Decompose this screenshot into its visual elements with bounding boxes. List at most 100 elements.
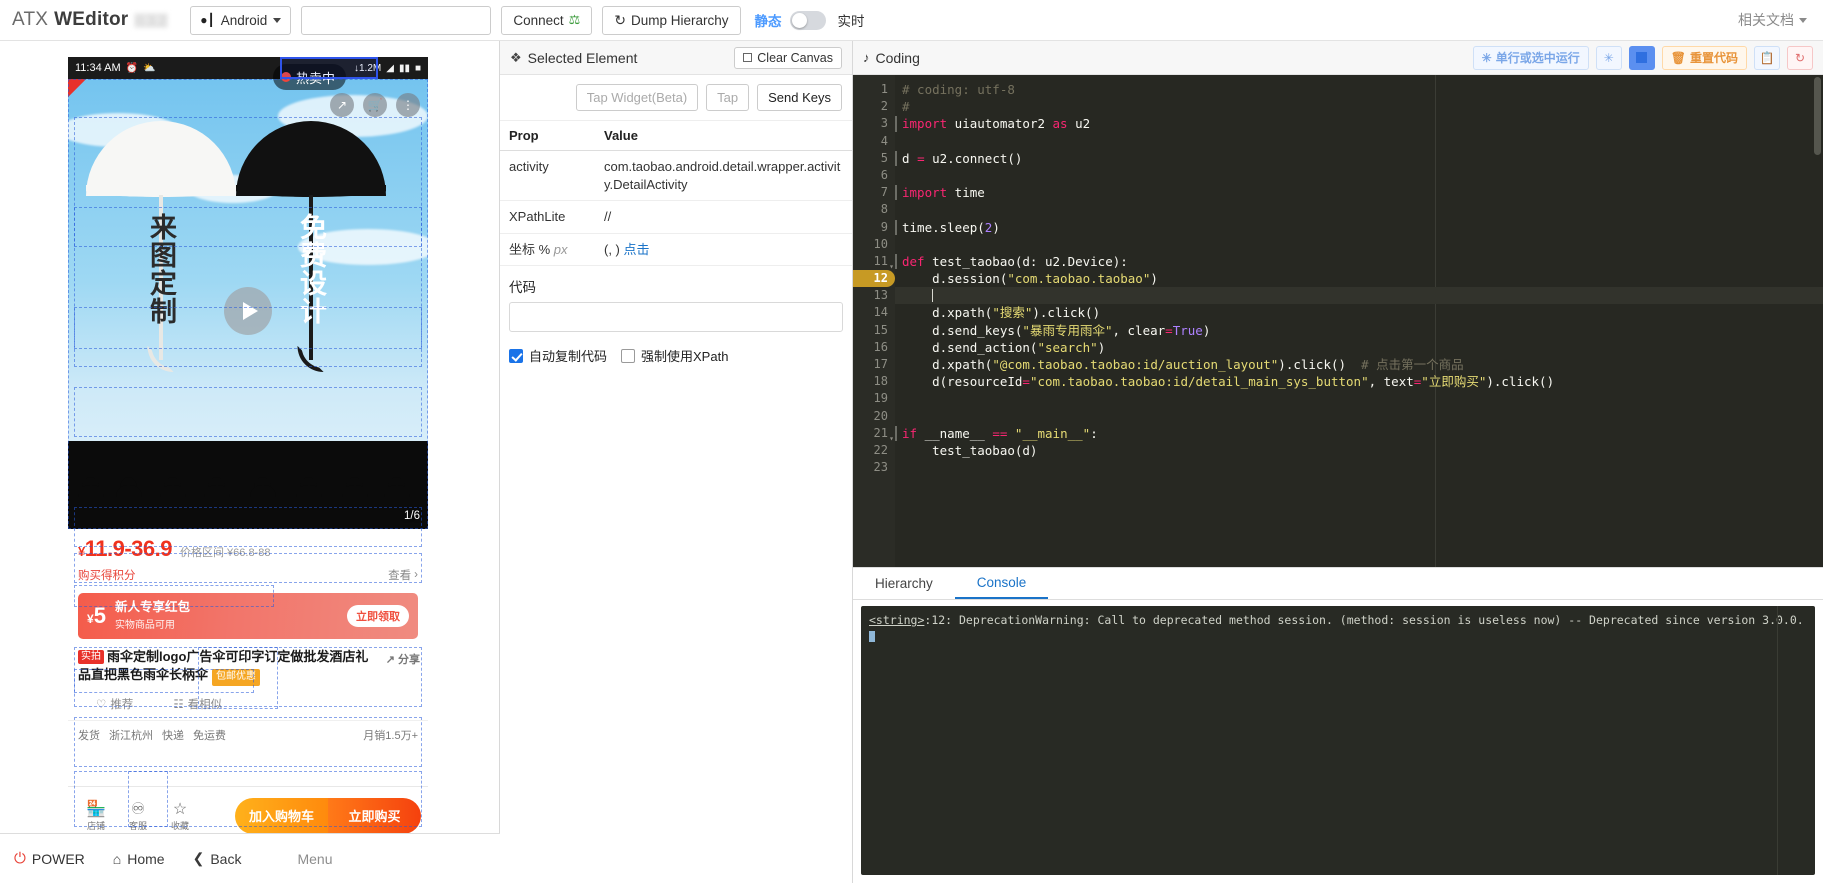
code-editor[interactable]: 1 2 3 4 5 6 7 8 9 10 11 ▾ 12 13 14 15 16 17 18 19 20 21 ▾ 22 23 … — [853, 75, 1823, 567]
editor-code-line[interactable] — [895, 236, 1823, 253]
service-button[interactable]: ♾ 客服 — [117, 799, 159, 833]
editor-code-line[interactable]: def test_taobao(d: u2.Device): — [895, 253, 1823, 270]
editor-code-line[interactable]: time.sleep(2) — [895, 219, 1823, 236]
code-token: , clear — [1112, 322, 1166, 338]
mode-toggle[interactable] — [789, 10, 826, 30]
editor-line-number: 14 — [873, 305, 888, 320]
umbrella-white: 来图定制 — [86, 121, 236, 372]
send-keys-button[interactable]: Send Keys — [757, 84, 842, 111]
tab-hierarchy[interactable]: Hierarchy — [853, 568, 955, 599]
auto-copy-checkbox[interactable] — [509, 348, 523, 363]
back-button[interactable]: ❮ Back — [179, 850, 256, 867]
power-button[interactable]: ⏻ POWER — [0, 850, 99, 867]
editor-code-line[interactable]: test_taobao(d) — [895, 442, 1823, 459]
play-video-button[interactable] — [224, 287, 272, 335]
stop-button[interactable] — [1628, 45, 1655, 70]
editor-code-line[interactable]: d(resourceId="com.taobao.taobao:id/detai… — [895, 373, 1823, 390]
brand-atx: ATX — [12, 9, 49, 30]
product-price: ¥11.9-36.9 — [78, 536, 172, 562]
editor-code-line[interactable]: d.send_action("search") — [895, 339, 1823, 356]
code-token: d.send_keys( — [902, 322, 1023, 338]
home-button[interactable]: ⌂ Home — [99, 851, 179, 867]
console-source: <string> — [869, 613, 925, 627]
platform-select[interactable]: ●┃ Android — [190, 5, 292, 35]
live-badge[interactable]: 热卖中 — [273, 64, 347, 90]
tab-console[interactable]: Console — [954, 568, 1049, 599]
chevron-down-icon — [1799, 17, 1807, 23]
editor-code-line[interactable]: d = u2.connect() — [895, 150, 1823, 167]
editor-code-line[interactable]: d.session("com.taobao.taobao") — [895, 270, 1823, 287]
prop-value: // — [595, 200, 852, 234]
add-to-cart-button[interactable]: 加入购物车 — [235, 797, 328, 834]
coordinate-tap-link[interactable]: 点击 — [624, 242, 650, 257]
reset-code-button[interactable]: 🗑 重置代码 — [1661, 45, 1747, 70]
menu-button[interactable]: Menu — [297, 851, 332, 867]
editor-line-number: 12 — [853, 270, 895, 288]
code-token: import — [902, 116, 948, 132]
power-icon: ⏻ — [14, 850, 26, 867]
editor-code-line[interactable]: d.send_keys("暴雨专用雨伞", clear=True) — [895, 322, 1823, 339]
editor-scrollbar[interactable] — [1814, 77, 1821, 155]
device-control-footer: ⏻ POWER ⌂ Home ❮ Back Menu — [0, 833, 500, 883]
coding-title: Coding — [875, 49, 920, 66]
share-icon[interactable]: ↗ — [330, 93, 354, 117]
editor-code-line[interactable] — [895, 167, 1823, 184]
buy-now-button[interactable]: 立即购买 — [328, 797, 421, 834]
device-screen[interactable]: 11:34 AM ⏰ ⛅ ↓1.2M ◢ ▮▮ ■ 来图定制 免费设计 1/6 … — [68, 57, 428, 844]
connect-button[interactable]: Connect ⚖ — [501, 5, 593, 35]
docs-menu[interactable]: 相关文档 — [1738, 10, 1807, 30]
text-cursor — [932, 289, 934, 303]
more-icon[interactable]: ⋮ — [396, 93, 420, 117]
coupon-claim-button[interactable]: 立即领取 — [347, 605, 409, 627]
editor-code-line[interactable]: if __name__ == "__main__": — [895, 425, 1823, 442]
coupon-card[interactable]: ¥5 新人专享红包 实物商品可用 立即领取 — [78, 593, 418, 639]
run-selection-label: 单行或选中运行 — [1495, 51, 1580, 65]
product-banner[interactable]: 来图定制 免费设计 1/6 — [68, 79, 428, 529]
grid-icon: ☷ — [173, 698, 184, 711]
code-section-label: 代码 — [509, 280, 536, 296]
tap-button[interactable]: Tap — [706, 84, 750, 111]
editor-line-number: 11 ▾ — [853, 253, 895, 271]
code-token: ) — [992, 219, 1000, 235]
tap-widget-button[interactable]: Tap Widget(Beta) — [575, 84, 699, 111]
run-all-button[interactable]: ✳ — [1595, 45, 1622, 70]
chevron-down-icon — [273, 17, 282, 23]
editor-code-line[interactable]: d.xpath("搜索").click() — [895, 304, 1823, 321]
product-title-row: 实拍 雨伞定制logo广告伞可印字订定做批发酒店礼品直把黑色雨伞长柄伞 包邮优惠 ↗… — [68, 645, 428, 686]
editor-code-line[interactable] — [895, 390, 1823, 407]
force-xpath-checkbox[interactable] — [621, 348, 636, 363]
editor-code-line[interactable]: d.xpath("@com.taobao.taobao:id/auction_l… — [895, 356, 1823, 373]
editor-code-area[interactable]: # coding: utf-8 # import uiautomator2 as u… — [895, 75, 1823, 567]
editor-line-number: 16 — [873, 339, 888, 354]
points-more[interactable]: 查看 › — [388, 567, 418, 583]
editor-code-line[interactable]: import uiautomator2 as u2 — [895, 115, 1823, 132]
dump-hierarchy-button[interactable]: ↻ Dump Hierarchy — [602, 5, 741, 35]
reload-code-button[interactable]: ↻ — [1787, 45, 1813, 70]
editor-code-line[interactable]: # — [895, 98, 1823, 115]
generated-code-box[interactable] — [509, 302, 843, 333]
editor-code-line[interactable]: import time — [895, 184, 1823, 201]
editor-code-line[interactable]: # coding: utf-8 — [895, 81, 1823, 98]
product-share-button[interactable]: ↗ 分享 — [386, 653, 420, 669]
points-more-label: 查看 — [388, 570, 412, 582]
copy-code-button[interactable]: 📋 — [1754, 45, 1780, 70]
ship-from-label: 发货 — [78, 729, 100, 742]
stop-square-icon — [1636, 52, 1648, 63]
selected-element-title: Selected Element — [527, 49, 638, 66]
recommend-like[interactable]: ♡ 推荐 — [96, 696, 133, 712]
editor-code-line[interactable] — [895, 408, 1823, 425]
run-selection-button[interactable]: ✳ 单行或选中运行 — [1472, 45, 1589, 70]
console-text: :12: DeprecationWarning: Call to depreca… — [924, 613, 1804, 627]
favorite-button[interactable]: ☆ 收藏 — [159, 799, 201, 833]
editor-code-line[interactable] — [895, 201, 1823, 218]
editor-code-line[interactable] — [895, 133, 1823, 150]
recommend-similar[interactable]: ☷ 看相似 — [173, 696, 222, 712]
editor-code-line[interactable] — [895, 459, 1823, 476]
clear-canvas-button[interactable]: Clear Canvas — [734, 46, 842, 69]
shop-button[interactable]: 🏪 店铺 — [75, 799, 117, 833]
editor-code-line[interactable] — [895, 287, 1823, 305]
code-token: import — [902, 185, 948, 201]
device-serial-input[interactable] — [301, 5, 492, 35]
cart-icon[interactable]: 🛒 — [363, 93, 387, 117]
console-output[interactable]: <string>:12: DeprecationWarning: Call to… — [861, 606, 1815, 875]
